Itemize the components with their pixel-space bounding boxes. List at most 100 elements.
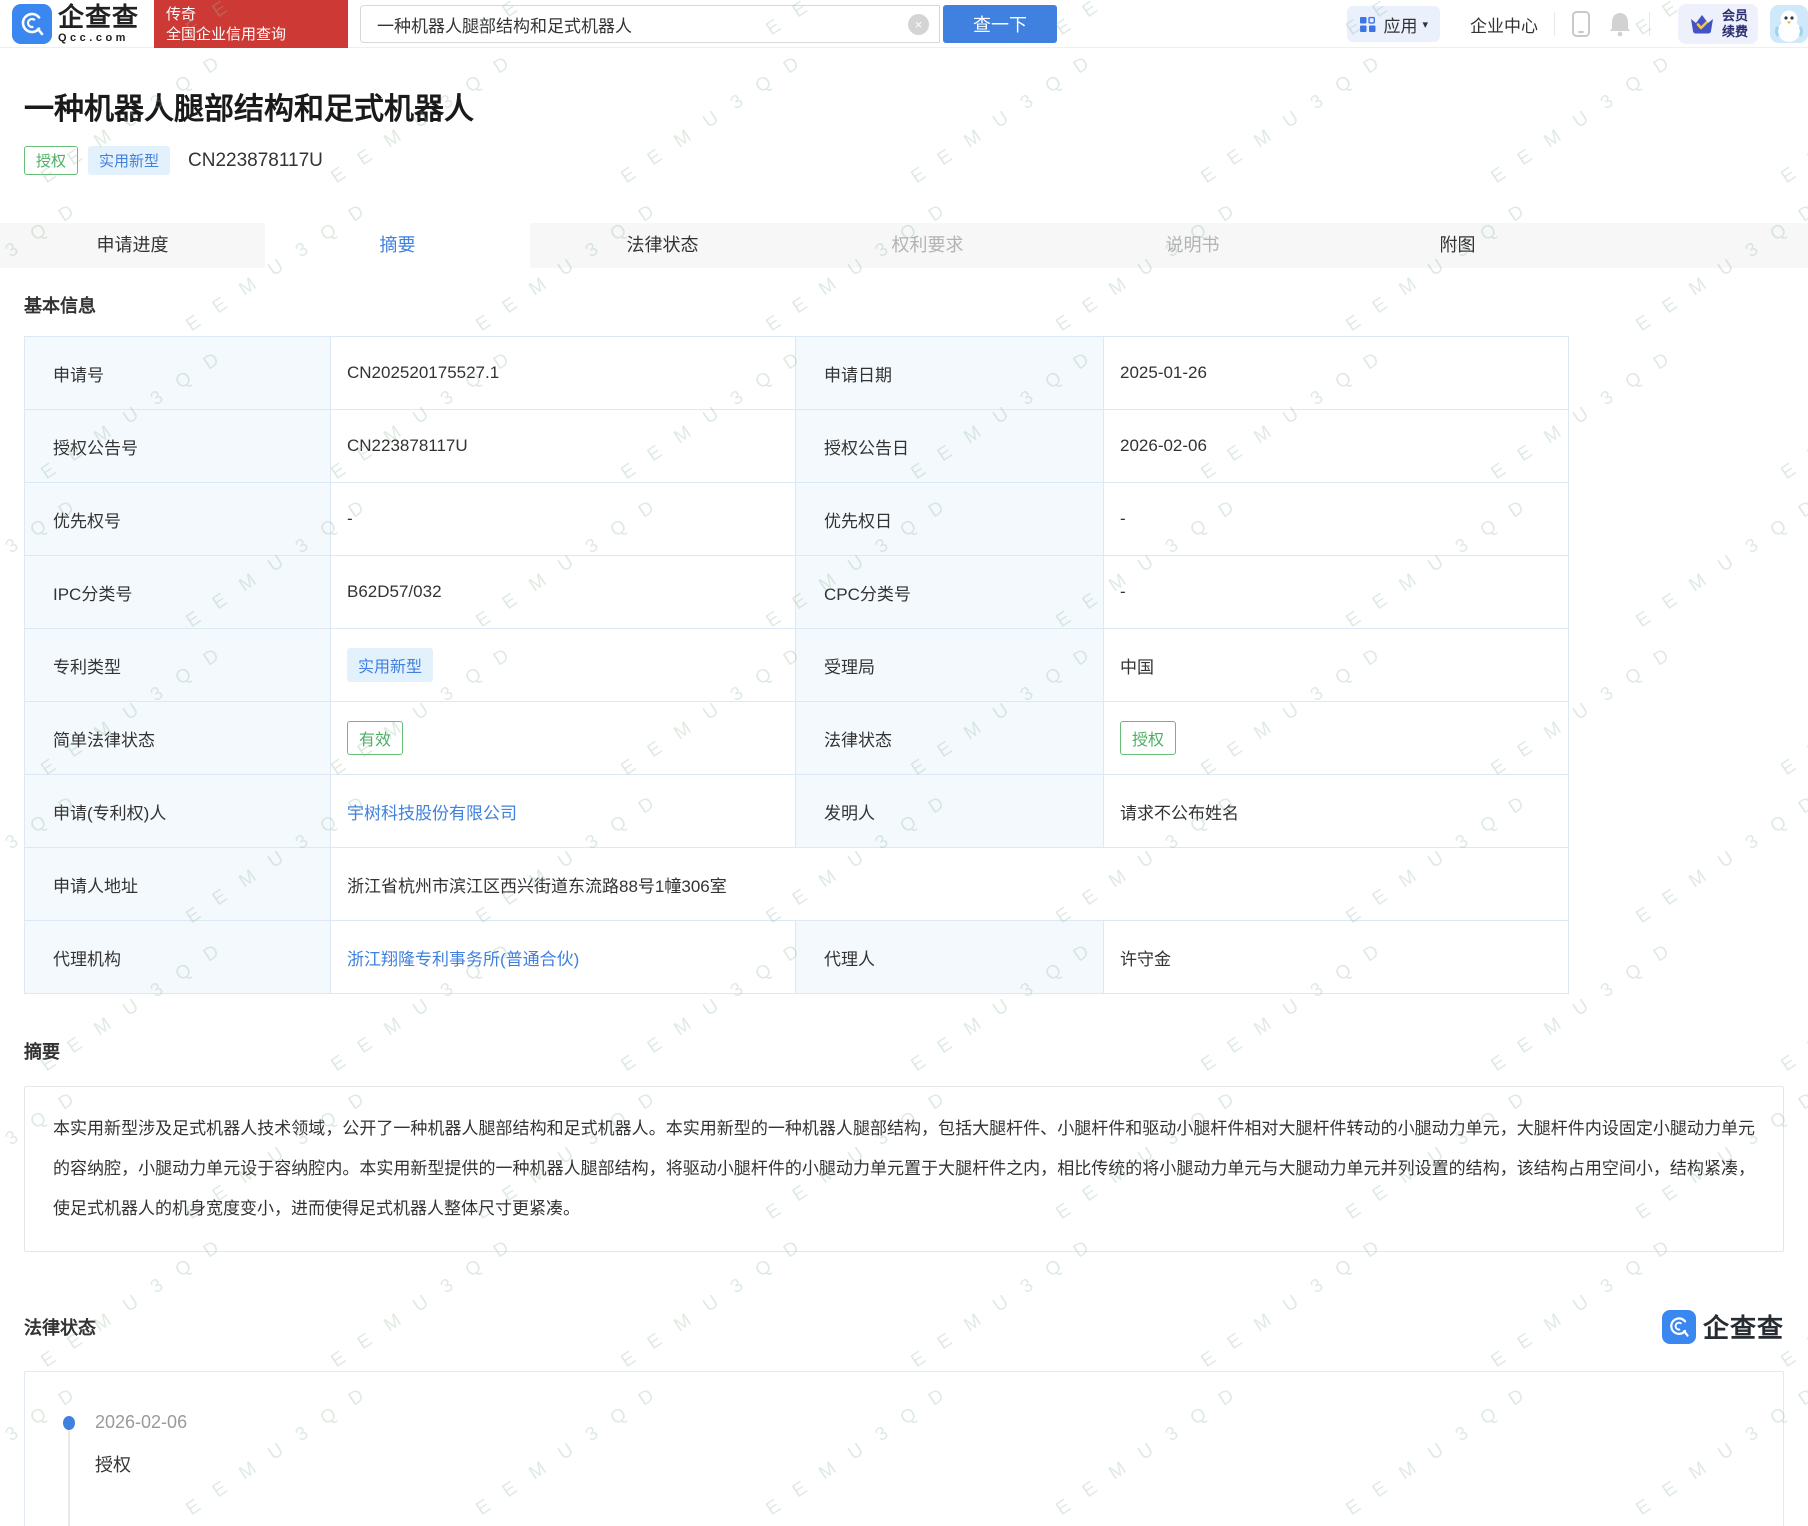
field-label: 专利类型 bbox=[25, 629, 331, 702]
legal-status-badge: 授权 bbox=[1120, 721, 1176, 755]
phone-icon bbox=[1571, 9, 1591, 39]
legal-status-box: 2026-02-06 授权 bbox=[24, 1371, 1784, 1526]
penguin-mascot-icon bbox=[1770, 5, 1808, 43]
field-label: 授权公告号 bbox=[25, 410, 331, 483]
field-label: 优先权日 bbox=[796, 483, 1104, 556]
abstract-box: 本实用新型涉及足式机器人技术领域，公开了一种机器人腿部结构和足式机器人。本实用新… bbox=[24, 1086, 1784, 1252]
abstract-heading: 摘要 bbox=[24, 1038, 1784, 1064]
qcc-watermark-logo: 企查查 bbox=[1662, 1308, 1784, 1345]
field-label: 申请号 bbox=[25, 337, 331, 410]
field-value: CN223878117U bbox=[331, 410, 796, 483]
member-renew-button[interactable]: 会员续费 bbox=[1678, 4, 1758, 44]
field-label: 授权公告日 bbox=[796, 410, 1104, 483]
divider bbox=[1554, 12, 1555, 36]
legal-status-header: 法律状态 企查查 bbox=[24, 1308, 1784, 1345]
table-row: 简单法律状态 有效 法律状态 授权 bbox=[25, 702, 1569, 775]
field-value: - bbox=[1104, 556, 1569, 629]
field-value: 中国 bbox=[1104, 629, 1569, 702]
field-label: IPC分类号 bbox=[25, 556, 331, 629]
table-row: 申请号 CN202520175527.1 申请日期 2025-01-26 bbox=[25, 337, 1569, 410]
field-value: 有效 bbox=[331, 702, 796, 775]
apps-button[interactable]: 应用 ▾ bbox=[1347, 6, 1440, 42]
tab-description[interactable]: 说明书 bbox=[1060, 223, 1325, 268]
patent-title: 一种机器人腿部结构和足式机器人 bbox=[24, 84, 1808, 128]
qcc-logo[interactable]: 企查查 Qcc.com bbox=[12, 4, 139, 44]
field-label: 优先权号 bbox=[25, 483, 331, 556]
field-label: 申请日期 bbox=[796, 337, 1104, 410]
field-label: 受理局 bbox=[796, 629, 1104, 702]
search-input[interactable] bbox=[360, 5, 940, 43]
bell-icon bbox=[1607, 10, 1633, 38]
abstract-text: 本实用新型涉及足式机器人技术领域，公开了一种机器人腿部结构和足式机器人。本实用新… bbox=[53, 1109, 1755, 1229]
tab-application-progress[interactable]: 申请进度 bbox=[0, 223, 265, 268]
timeline-date: 2026-02-06 bbox=[95, 1412, 1783, 1433]
field-label: 法律状态 bbox=[796, 702, 1104, 775]
notifications-button[interactable] bbox=[1607, 10, 1633, 38]
table-row: 代理机构 浙江翔隆专利事务所(普通合伙) 代理人 许守金 bbox=[25, 921, 1569, 994]
field-value: 浙江省杭州市滨江区西兴街道东流路88号1幢306室 bbox=[331, 848, 1569, 921]
field-label: 申请(专利权)人 bbox=[25, 775, 331, 848]
field-value: 2026-02-06 bbox=[1104, 410, 1569, 483]
crown-icon bbox=[1688, 12, 1716, 36]
field-label: 简单法律状态 bbox=[25, 702, 331, 775]
avatar[interactable] bbox=[1770, 5, 1808, 43]
field-value: 实用新型 bbox=[331, 629, 796, 702]
field-value: 请求不公布姓名 bbox=[1104, 775, 1569, 848]
header-nav: 应用 ▾ 企业中心 bbox=[1347, 0, 1808, 48]
patent-type-badge: 实用新型 bbox=[347, 648, 433, 682]
field-value: - bbox=[331, 483, 796, 556]
search-button[interactable]: 查一下 bbox=[943, 5, 1057, 43]
simple-legal-status-badge: 有效 bbox=[347, 721, 403, 755]
chevron-down-icon: ▾ bbox=[1422, 18, 1428, 31]
publication-number: CN223878117U bbox=[188, 150, 323, 172]
mobile-app-button[interactable] bbox=[1571, 9, 1591, 39]
top-header: 企查查 Qcc.com 传奇 全国企业信用查询 × 查一下 应用 ▾ bbox=[0, 0, 1808, 48]
qcc-logo-icon bbox=[1662, 1310, 1696, 1344]
field-value: 许守金 bbox=[1104, 921, 1569, 994]
legal-status-heading: 法律状态 bbox=[24, 1314, 96, 1340]
search-box: × 查一下 bbox=[360, 5, 1057, 43]
tab-legal-status[interactable]: 法律状态 bbox=[530, 223, 795, 268]
table-row: IPC分类号 B62D57/032 CPC分类号 - bbox=[25, 556, 1569, 629]
basic-info-heading: 基本信息 bbox=[24, 292, 1784, 318]
basic-info-table: 申请号 CN202520175527.1 申请日期 2025-01-26 授权公… bbox=[24, 336, 1569, 994]
applicant-link[interactable]: 宇树科技股份有限公司 bbox=[347, 804, 517, 823]
status-badge: 授权 bbox=[24, 146, 78, 175]
title-section: 一种机器人腿部结构和足式机器人 授权 实用新型 CN223878117U bbox=[0, 48, 1808, 223]
table-row: 优先权号 - 优先权日 - bbox=[25, 483, 1569, 556]
qcc-logo-text: 企查查 Qcc.com bbox=[58, 4, 139, 44]
qcc-logo-icon bbox=[12, 4, 52, 44]
timeline-line bbox=[68, 1430, 70, 1526]
patent-type-badge: 实用新型 bbox=[88, 146, 170, 175]
table-row: 授权公告号 CN223878117U 授权公告日 2026-02-06 bbox=[25, 410, 1569, 483]
slogan-badge: 传奇 全国企业信用查询 bbox=[154, 0, 348, 48]
field-value: B62D57/032 bbox=[331, 556, 796, 629]
qcc-logo-text: 企查查 bbox=[1703, 1308, 1784, 1345]
main-content: 基本信息 申请号 CN202520175527.1 申请日期 2025-01-2… bbox=[0, 292, 1808, 1526]
tab-abstract[interactable]: 摘要 bbox=[265, 223, 530, 268]
field-label: 代理人 bbox=[796, 921, 1104, 994]
tab-bar: 申请进度 摘要 法律状态 权利要求 说明书 附图 bbox=[0, 223, 1808, 268]
clear-icon[interactable]: × bbox=[908, 14, 929, 35]
field-label: 代理机构 bbox=[25, 921, 331, 994]
timeline-dot bbox=[63, 1416, 75, 1430]
badge-row: 授权 实用新型 CN223878117U bbox=[24, 146, 1808, 175]
agency-link[interactable]: 浙江翔隆专利事务所(普通合伙) bbox=[347, 950, 579, 969]
field-value: CN202520175527.1 bbox=[331, 337, 796, 410]
divider bbox=[1649, 12, 1650, 36]
table-row: 申请(专利权)人 宇树科技股份有限公司 发明人 请求不公布姓名 bbox=[25, 775, 1569, 848]
field-value: - bbox=[1104, 483, 1569, 556]
tab-claims[interactable]: 权利要求 bbox=[795, 223, 1060, 268]
table-row: 专利类型 实用新型 受理局 中国 bbox=[25, 629, 1569, 702]
field-value: 浙江翔隆专利事务所(普通合伙) bbox=[331, 921, 796, 994]
grid-icon bbox=[1359, 16, 1376, 33]
field-value: 授权 bbox=[1104, 702, 1569, 775]
field-label: 申请人地址 bbox=[25, 848, 331, 921]
tab-drawings[interactable]: 附图 bbox=[1325, 223, 1590, 268]
field-label: CPC分类号 bbox=[796, 556, 1104, 629]
field-value: 宇树科技股份有限公司 bbox=[331, 775, 796, 848]
timeline-status: 授权 bbox=[95, 1451, 1783, 1477]
field-label: 发明人 bbox=[796, 775, 1104, 848]
nav-enterprise-center[interactable]: 企业中心 bbox=[1470, 12, 1538, 37]
field-value: 2025-01-26 bbox=[1104, 337, 1569, 410]
